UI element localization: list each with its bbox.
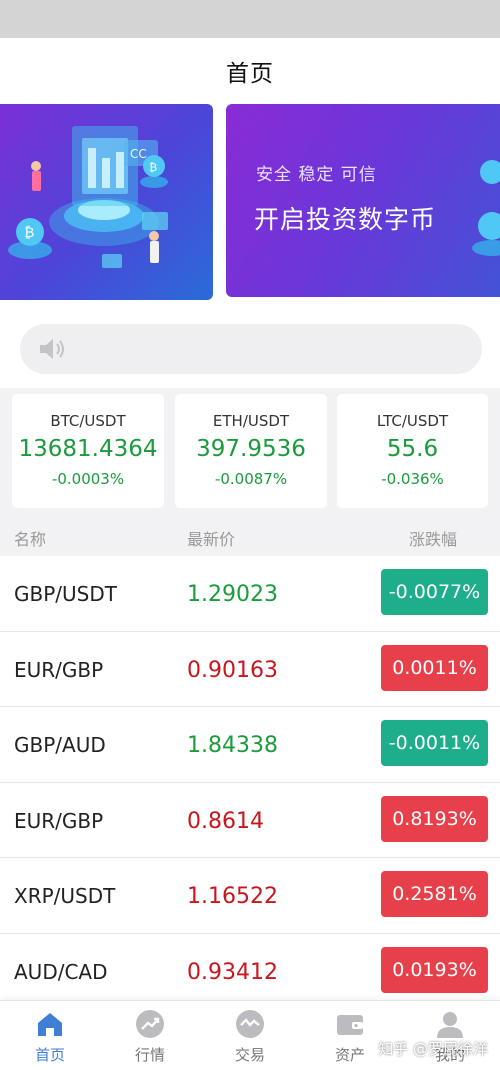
tab-label: 首页 <box>34 1046 65 1064</box>
pair-name: AUD/CAD <box>14 959 108 984</box>
exchange-icon <box>236 1010 264 1038</box>
market-list: GBP/USDT 1.29023 -0.0077% EUR/GBP 0.9016… <box>0 556 500 1006</box>
last-price: 0.93412 <box>187 959 278 985</box>
last-price: 0.90163 <box>187 657 278 683</box>
ticker-change: -0.036% <box>381 470 444 488</box>
ticker-pair: ETH/USDT <box>212 412 290 430</box>
last-price: 1.16522 <box>187 884 278 909</box>
banner-slide-promo[interactable]: 安全 稳定 可信 开启投资数字币 <box>226 104 500 297</box>
notice-section <box>0 316 500 388</box>
trend-icon <box>136 1010 164 1038</box>
ticker-price: 55.6 <box>386 436 439 462</box>
svg-text:₿: ₿ <box>149 161 157 174</box>
home-icon <box>38 1013 62 1036</box>
page-title: 首页 <box>226 61 274 87</box>
pair-name: XRP/USDT <box>14 884 116 908</box>
last-price: 0.8614 <box>187 808 264 834</box>
last-price: 1.84338 <box>187 733 278 758</box>
svg-text:₿: ₿ <box>24 225 34 241</box>
pair-name: GBP/AUD <box>14 733 106 757</box>
bitcoin-coin-icon <box>472 160 500 256</box>
ticker-pair: BTC/USDT <box>50 412 126 430</box>
tab-trade[interactable]: 交易 <box>200 1001 300 1070</box>
ticker-card-btc[interactable]: BTC/USDT 13681.4364 -0.0003% <box>12 394 164 508</box>
ticker-cards: BTC/USDT 13681.4364 -0.0003% ETH/USDT 39… <box>0 388 500 514</box>
bottom-tab-bar: 首页 行情 交易 资产 我的 <box>0 1000 500 1070</box>
column-header-change: 涨跌幅 <box>409 530 458 549</box>
ticker-change: -0.0087% <box>214 470 288 488</box>
announcement-bar[interactable] <box>20 324 482 374</box>
change-badge: 0.8193% <box>381 795 488 842</box>
market-table-header: 名称 最新价 涨跌幅 <box>0 514 500 556</box>
speaker-icon <box>40 339 64 359</box>
ticker-card-ltc[interactable]: LTC/USDT 55.6 -0.036% <box>337 394 488 508</box>
pair-name: GBP/USDT <box>14 582 117 606</box>
banner-carousel[interactable]: CC ₿ ₿ 安全 稳定 可信 开启投资数字币 <box>0 104 500 316</box>
wallet-icon <box>337 1015 363 1035</box>
tab-profile[interactable]: 我的 <box>400 1001 500 1070</box>
last-price: 1.29023 <box>187 582 278 607</box>
header-bar: 首页 <box>0 38 500 104</box>
tab-assets[interactable]: 资产 <box>300 1001 400 1070</box>
market-row[interactable]: GBP/AUD 1.84338 -0.0011% <box>0 707 500 783</box>
banner-tagline: 安全 稳定 可信 <box>256 165 377 185</box>
tab-market[interactable]: 行情 <box>100 1001 200 1070</box>
crypto-platform-illustration: CC ₿ ₿ <box>8 126 168 268</box>
pair-name: EUR/GBP <box>14 657 104 682</box>
market-row[interactable]: XRP/USDT 1.16522 0.2581% <box>0 858 500 934</box>
change-badge: 0.0193% <box>381 946 488 993</box>
change-badge: -0.0011% <box>381 720 488 766</box>
change-badge: -0.0077% <box>381 569 488 615</box>
tab-home[interactable]: 首页 <box>0 1001 100 1070</box>
ticker-card-eth[interactable]: ETH/USDT 397.9536 -0.0087% <box>175 394 327 508</box>
watermark: 知乎 @罗屁徐洋 <box>378 1040 488 1058</box>
banner-slide-illustration[interactable]: CC ₿ ₿ <box>0 104 213 300</box>
status-bar <box>0 0 500 38</box>
user-icon <box>437 1012 463 1038</box>
pair-name: EUR/GBP <box>14 808 104 833</box>
change-badge: 0.0011% <box>381 644 488 691</box>
ticker-pair: LTC/USDT <box>376 412 449 430</box>
market-row[interactable]: EUR/GBP 0.8614 0.8193% <box>0 783 500 858</box>
column-header-price: 最新价 <box>187 530 236 549</box>
tab-label: 行情 <box>134 1046 165 1064</box>
banner-headline: 开启投资数字币 <box>254 205 437 234</box>
ticker-price: 397.9536 <box>196 436 306 462</box>
change-badge: 0.2581% <box>381 871 488 917</box>
ticker-price: 13681.4364 <box>18 436 158 462</box>
column-header-name: 名称 <box>14 530 47 549</box>
market-row[interactable]: EUR/GBP 0.90163 0.0011% <box>0 632 500 707</box>
ticker-change: -0.0003% <box>51 470 125 488</box>
svg-text:CC: CC <box>130 147 147 161</box>
market-row[interactable]: AUD/CAD 0.93412 0.0193% <box>0 934 500 1007</box>
market-row[interactable]: GBP/USDT 1.29023 -0.0077% <box>0 556 500 632</box>
tab-label: 交易 <box>234 1046 265 1064</box>
